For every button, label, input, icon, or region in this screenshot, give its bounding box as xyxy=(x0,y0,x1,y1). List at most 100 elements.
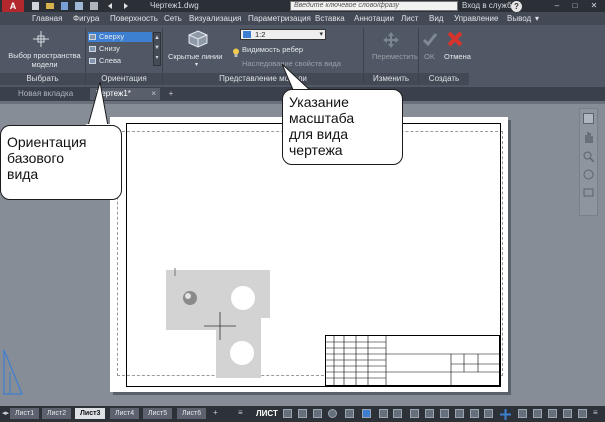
callout-orientation: Ориентация базового вида xyxy=(0,125,122,200)
callout-orientation-line1: Ориентация xyxy=(7,134,87,150)
part-hole-top xyxy=(231,286,255,310)
layout-tab-6[interactable]: Лист6 xyxy=(177,408,207,419)
search-input[interactable]: Введите ключевое слово/фразу xyxy=(290,1,458,11)
callout-scale-line2: масштаба xyxy=(289,110,355,126)
cancel-button[interactable]: Отмена xyxy=(444,52,471,61)
tab-manage[interactable]: Управление xyxy=(454,12,498,25)
title-block-grid xyxy=(326,336,501,387)
ribbon-minimize-icon[interactable]: ▾ xyxy=(535,14,544,23)
scale-dropdown[interactable]: 1:2 ▾ xyxy=(240,29,326,40)
steering-wheel-icon[interactable] xyxy=(583,113,594,124)
base-view-part[interactable] xyxy=(166,268,270,378)
selection-cycling-icon[interactable] xyxy=(425,409,434,418)
status-menu-icon[interactable]: ≡ xyxy=(238,408,243,417)
close-tab-icon[interactable]: × xyxy=(151,88,156,100)
polar-icon[interactable] xyxy=(328,409,337,418)
lineweight-icon[interactable] xyxy=(393,409,402,418)
tab-visualize[interactable]: Визуализация xyxy=(189,12,241,25)
view-top[interactable]: Сверху xyxy=(88,32,152,42)
zoom-icon[interactable] xyxy=(583,149,595,163)
tab-new[interactable]: Новая вкладка xyxy=(8,88,88,100)
cancel-x-icon[interactable] xyxy=(446,30,464,48)
top-view-icon xyxy=(89,34,96,40)
signin-menu[interactable]: Вход в службы xyxy=(462,0,517,12)
view-top-label: Сверху xyxy=(99,32,125,41)
select-model-space-button[interactable]: Выбор пространства модели xyxy=(7,51,82,69)
hidden-lines-dropdown-icon[interactable]: ▾ xyxy=(195,61,198,70)
group-create-title: Создать xyxy=(419,73,469,85)
units-icon[interactable] xyxy=(533,409,542,418)
move-button[interactable]: Переместить xyxy=(372,52,418,61)
model-space-icon[interactable] xyxy=(33,31,49,47)
minimize-button[interactable]: – xyxy=(548,0,566,12)
clean-screen-icon[interactable] xyxy=(578,409,587,418)
layout-scroll-icon[interactable]: ◂▸ xyxy=(2,409,9,417)
tab-parametric[interactable]: Параметризация xyxy=(248,12,311,25)
isodraft-icon[interactable] xyxy=(345,409,354,418)
tab-insert[interactable]: Вставка xyxy=(315,12,345,25)
selection-filter-icon[interactable] xyxy=(470,409,479,418)
view-bottom[interactable]: Снизу xyxy=(88,44,152,54)
group-modify-title: Изменить xyxy=(364,73,418,85)
layout-tab-3[interactable]: Лист3 xyxy=(75,408,106,419)
tab-solid[interactable]: Фигура xyxy=(73,12,99,25)
close-button[interactable]: ✕ xyxy=(585,0,603,12)
showmotion-icon[interactable] xyxy=(583,185,594,197)
undo-icon xyxy=(108,3,112,9)
ok-button[interactable]: OK xyxy=(424,52,435,61)
callout-scale-line1: Указание xyxy=(289,94,349,110)
annotation-scale-icon[interactable] xyxy=(484,409,493,418)
maximize-button[interactable]: □ xyxy=(566,0,584,12)
move-icon[interactable] xyxy=(382,31,400,49)
title-block xyxy=(325,335,501,387)
tab-annotate[interactable]: Аннотации xyxy=(354,12,394,25)
bottom-view-icon xyxy=(89,46,96,52)
save-as-icon xyxy=(75,2,83,10)
grid-icon[interactable] xyxy=(283,409,292,418)
orbit-icon[interactable] xyxy=(583,167,594,180)
tab-surface[interactable]: Поверхность xyxy=(110,12,158,25)
group-model-view-title: Представление модели xyxy=(163,73,363,85)
dynamic-ucs-icon[interactable] xyxy=(455,409,464,418)
ok-check-icon[interactable] xyxy=(422,31,438,47)
open-icon xyxy=(46,3,54,9)
snap-icon[interactable] xyxy=(298,409,307,418)
orientation-scroll[interactable]: ▲ ▼ ▾ xyxy=(153,32,161,66)
tab-home[interactable]: Главная xyxy=(32,12,62,25)
ortho-icon[interactable] xyxy=(313,409,322,418)
callout-scale: Указание масштаба для вида чертежа xyxy=(282,89,403,165)
left-view-icon xyxy=(89,58,96,64)
layout-tab-4[interactable]: Лист4 xyxy=(110,408,140,419)
tab-output[interactable]: Вывод xyxy=(507,12,531,25)
add-layout-button[interactable]: + xyxy=(213,408,218,417)
tab-layout[interactable]: Лист xyxy=(401,12,418,25)
osnap-icon[interactable] xyxy=(379,409,388,418)
paper-space-toggle[interactable]: ЛИСТ xyxy=(256,408,278,419)
annotation-monitor-icon[interactable] xyxy=(518,409,527,418)
callout-scale-line3: для вида xyxy=(289,126,349,142)
scale-icon xyxy=(243,31,251,38)
save-icon xyxy=(61,2,68,10)
object-snap-tracking-icon[interactable] xyxy=(362,409,371,418)
quick-access-toolbar[interactable] xyxy=(30,1,140,11)
hidden-lines-icon[interactable] xyxy=(188,30,208,48)
callout-orientation-line3: вида xyxy=(7,166,39,182)
help-icon[interactable]: ? xyxy=(511,1,522,12)
tab-mesh[interactable]: Сеть xyxy=(164,12,182,25)
add-tab-button[interactable]: + xyxy=(165,88,177,100)
customization-icon[interactable]: ≡ xyxy=(593,408,598,417)
view-left[interactable]: Слева xyxy=(88,56,152,66)
layout-tab-2[interactable]: Лист2 xyxy=(42,408,72,419)
transparency-icon[interactable] xyxy=(410,409,419,418)
pan-icon[interactable] xyxy=(584,129,593,143)
application-menu-button[interactable]: A xyxy=(2,0,24,12)
layout-tab-5[interactable]: Лист5 xyxy=(143,408,173,419)
layout-tab-1[interactable]: Лист1 xyxy=(10,408,40,419)
tab-view[interactable]: Вид xyxy=(429,12,443,25)
hidden-lines-button[interactable]: Скрытые линии xyxy=(168,52,222,61)
edge-visibility-button[interactable]: Видимость ребер xyxy=(242,45,303,54)
isolate-objects-icon[interactable] xyxy=(563,409,572,418)
quick-properties-icon[interactable] xyxy=(548,409,557,418)
workspace-icon[interactable] xyxy=(500,407,511,420)
3d-osnap-icon[interactable] xyxy=(440,409,449,418)
